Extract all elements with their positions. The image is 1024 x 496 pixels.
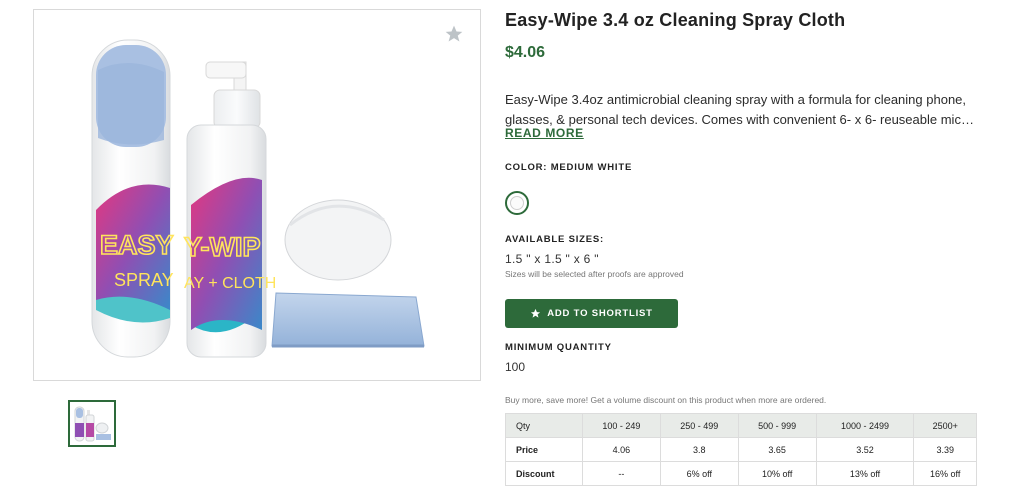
star-icon [531,308,541,318]
price-cell: 3.65 [737,437,817,462]
price-cell: 3.39 [913,437,977,462]
description-line: Easy-Wipe 3.4oz antimicrobial cleaning s… [505,92,967,107]
available-sizes-label: AVAILABLE SIZES: [505,234,605,245]
price-cell: 4.06 [582,437,661,462]
price-cell: 3.52 [815,437,915,462]
qty-range-cell: 100 - 249 [582,413,661,438]
bottle-text-right-2: AY + CLOTH [184,275,276,292]
product-price: $4.06 [505,44,546,61]
bottle-text-right: Y-WIP [184,232,261,262]
product-image-gallery: EASY SPRAY Y-WIP AY + CLOTH [33,9,481,381]
color-label: COLOR: MEDIUM WHITE [505,162,633,173]
discount-cell: -- [582,461,661,486]
qty-header: Qty [505,413,583,438]
price-cell: 3.8 [659,437,739,462]
bottle-text-left-2: SPRAY [114,270,174,290]
product-title: Easy-Wipe 3.4 oz Cleaning Spray Cloth [505,10,846,30]
minimum-quantity-value: 100 [505,360,526,374]
bottle-text-left: EASY [100,230,174,260]
table-row-discount: Discount -- 6% off 10% off 13% off 16% o… [505,461,977,486]
qty-range-cell: 1000 - 2499 [815,413,915,438]
minimum-quantity-label: MINIMUM QUANTITY [505,342,612,353]
add-to-shortlist-button[interactable]: ADD TO SHORTLIST [505,299,678,328]
discount-row-header: Discount [505,461,583,486]
thumbnail-product-image [74,406,111,442]
size-note: Sizes will be selected after proofs are … [505,269,684,279]
size-value: 1.5 " x 1.5 " x 6 " [505,252,599,266]
discount-cell: 10% off [737,461,817,486]
volume-pricing-table: Qty 100 - 249 250 - 499 500 - 999 1000 -… [505,413,977,486]
product-description: Easy-Wipe 3.4oz antimicrobial cleaning s… [505,90,975,130]
table-row-price: Price 4.06 3.8 3.65 3.52 3.39 [505,437,977,462]
color-swatch-medium-white[interactable] [505,191,529,215]
favorite-star-icon[interactable] [444,24,464,44]
discount-cell: 13% off [815,461,915,486]
product-image: EASY SPRAY Y-WIP AY + CLOTH [91,39,425,358]
discount-cell: 16% off [913,461,977,486]
add-to-shortlist-label: ADD TO SHORTLIST [547,308,653,319]
discount-cell: 6% off [659,461,739,486]
price-row-header: Price [505,437,583,462]
thumbnail-image[interactable] [68,400,116,447]
volume-discount-promo: Buy more, save more! Get a volume discou… [505,395,827,405]
table-row-qty: Qty 100 - 249 250 - 499 500 - 999 1000 -… [505,413,977,438]
qty-range-cell: 500 - 999 [737,413,817,438]
read-more-link[interactable]: READ MORE [505,126,584,140]
qty-range-cell: 2500+ [913,413,977,438]
swatch-fill [510,196,524,210]
qty-range-cell: 250 - 499 [659,413,739,438]
